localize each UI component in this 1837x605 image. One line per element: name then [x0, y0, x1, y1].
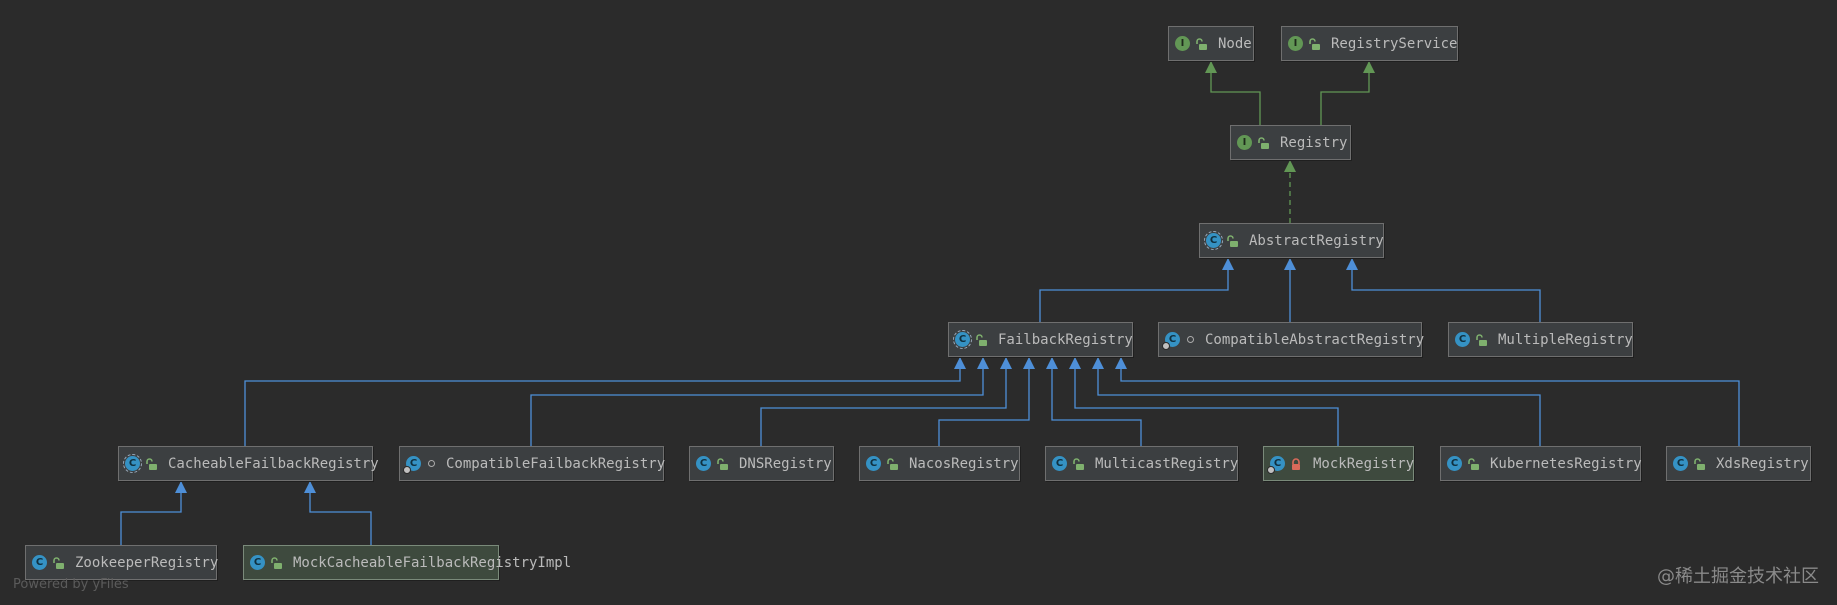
- class-icon: C: [1267, 456, 1285, 474]
- class-name-label: MockCacheableFailbackRegistryImpl: [293, 554, 572, 571]
- public-unlock-icon: [1309, 37, 1320, 50]
- class-node-registry-service[interactable]: I RegistryService: [1281, 26, 1458, 61]
- public-unlock-icon: [1258, 136, 1269, 149]
- inheritance-edges: [120, 61, 1740, 545]
- class-node-cacheable-failback-registry[interactable]: C CacheableFailbackRegistry: [118, 446, 379, 481]
- package-private-icon: [428, 460, 435, 467]
- class-node-compatible-abstract-registry[interactable]: C CompatibleAbstractRegistry: [1158, 322, 1425, 357]
- public-unlock-icon: [1073, 457, 1084, 470]
- class-name-label: CompatibleAbstractRegistry: [1205, 331, 1425, 348]
- class-node-dns-registry[interactable]: C DNSRegistry: [689, 446, 834, 481]
- class-icon: C: [866, 456, 881, 471]
- class-node-zookeeper-registry[interactable]: C ZookeeperRegistry: [25, 545, 219, 580]
- class-icon: C: [1162, 332, 1180, 350]
- class-icon: C: [1455, 332, 1470, 347]
- interface-icon: I: [1175, 36, 1190, 51]
- class-name-label: FailbackRegistry: [998, 331, 1133, 348]
- class-node-failback-registry[interactable]: C FailbackRegistry: [948, 322, 1133, 357]
- edge-dns-registry-to-failback-registry: [760, 357, 1012, 446]
- class-name-label: RegistryService: [1331, 35, 1458, 52]
- class-name-label: XdsRegistry: [1716, 455, 1809, 472]
- edge-nacos-registry-to-failback-registry: [938, 357, 1035, 446]
- class-name-label: NacosRegistry: [909, 455, 1019, 472]
- public-unlock-icon: [887, 457, 898, 470]
- site-watermark: @稀土掘金技术社区: [1657, 566, 1819, 587]
- class-node-xds-registry[interactable]: C XdsRegistry: [1666, 446, 1811, 481]
- class-name-label: AbstractRegistry: [1249, 232, 1384, 249]
- public-unlock-icon: [146, 457, 157, 470]
- class-name-label: MultipleRegistry: [1498, 331, 1633, 348]
- public-unlock-icon: [1694, 457, 1705, 470]
- class-name-label: MockRegistry: [1313, 455, 1415, 472]
- public-unlock-icon: [271, 556, 282, 569]
- public-unlock-icon: [1196, 37, 1207, 50]
- edge-failback-registry-to-abstract-registry: [1039, 258, 1234, 322]
- package-private-icon: [1187, 336, 1194, 343]
- edge-kubernetes-registry-to-failback-registry: [1092, 357, 1541, 446]
- class-node-mock-cacheable-failback-registry-impl[interactable]: C MockCacheableFailbackRegistryImpl: [243, 545, 571, 580]
- abstract-class-icon: C: [123, 454, 142, 473]
- class-name-label: DNSRegistry: [739, 455, 832, 472]
- interface-icon: I: [1237, 135, 1252, 150]
- edge-mock-cacheable-failback-registry-impl-to-cacheable-failback-registry: [304, 481, 372, 545]
- public-unlock-icon: [53, 556, 64, 569]
- powered-by-label: Powered by yFiles: [13, 577, 129, 592]
- edge-multiple-registry-to-abstract-registry: [1346, 258, 1541, 322]
- class-icon: C: [1673, 456, 1688, 471]
- class-name-label: KubernetesRegistry: [1490, 455, 1642, 472]
- public-unlock-icon: [976, 333, 987, 346]
- class-node-nacos-registry[interactable]: C NacosRegistry: [859, 446, 1020, 481]
- abstract-class-icon: C: [1204, 231, 1223, 250]
- public-unlock-icon: [1476, 333, 1487, 346]
- edge-cacheable-failback-registry-to-failback-registry: [244, 357, 966, 446]
- abstract-class-icon: C: [953, 330, 972, 349]
- class-node-abstract-registry[interactable]: C AbstractRegistry: [1199, 223, 1384, 258]
- edge-zookeeper-registry-to-cacheable-failback-registry: [120, 481, 187, 545]
- class-node-multiple-registry[interactable]: C MultipleRegistry: [1448, 322, 1633, 357]
- edge-registry-to-node: [1205, 61, 1261, 125]
- class-name-label: MulticastRegistry: [1095, 455, 1239, 472]
- class-node-node[interactable]: I Node: [1168, 26, 1254, 61]
- edge-mock-registry-to-failback-registry: [1069, 357, 1339, 446]
- edge-xds-registry-to-failback-registry: [1115, 357, 1740, 446]
- class-icon: C: [250, 555, 265, 570]
- class-node-mock-registry[interactable]: C MockRegistry: [1263, 446, 1414, 481]
- edge-multicast-registry-to-failback-registry: [1046, 357, 1142, 446]
- class-icon: C: [32, 555, 47, 570]
- class-node-compatible-failback-registry[interactable]: C CompatibleFailbackRegistry: [399, 446, 666, 481]
- public-unlock-icon: [717, 457, 728, 470]
- public-unlock-icon: [1227, 234, 1238, 247]
- class-name-label: CompatibleFailbackRegistry: [446, 455, 666, 472]
- class-name-label: Node: [1218, 35, 1252, 52]
- class-name-label: ZookeeperRegistry: [75, 554, 219, 571]
- class-node-kubernetes-registry[interactable]: C KubernetesRegistry: [1440, 446, 1642, 481]
- private-lock-icon: [1292, 457, 1300, 470]
- class-name-label: CacheableFailbackRegistry: [168, 455, 379, 472]
- edge-compatible-failback-registry-to-failback-registry: [530, 357, 989, 446]
- class-icon: C: [1052, 456, 1067, 471]
- class-node-multicast-registry[interactable]: C MulticastRegistry: [1045, 446, 1238, 481]
- class-name-label: Registry: [1280, 134, 1348, 151]
- class-node-registry[interactable]: I Registry: [1230, 125, 1351, 160]
- class-icon: C: [1447, 456, 1462, 471]
- edge-registry-to-registry-service: [1320, 61, 1375, 125]
- interface-icon: I: [1288, 36, 1303, 51]
- class-icon: C: [403, 456, 421, 474]
- public-unlock-icon: [1468, 457, 1479, 470]
- class-icon: C: [696, 456, 711, 471]
